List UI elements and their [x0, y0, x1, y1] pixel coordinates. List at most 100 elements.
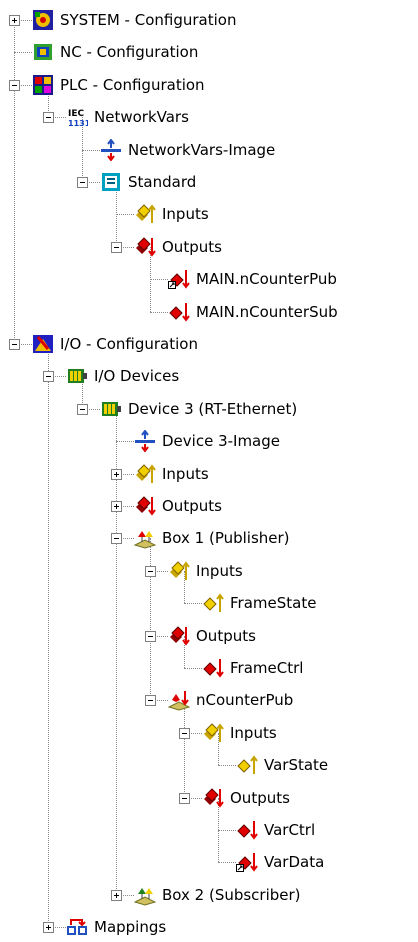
tree-item[interactable]: Outputs [168, 624, 258, 648]
collapse-toggle[interactable] [43, 371, 54, 383]
expand-toggle[interactable] [111, 501, 122, 512]
tree-item-label: Device 3-Image [162, 432, 281, 451]
tree-item-label: Inputs [196, 561, 243, 580]
tree-item[interactable]: MAIN.nCounterSub [168, 300, 340, 324]
process-image-icon [134, 429, 156, 453]
svg-text:1131: 1131 [68, 119, 88, 128]
tree-item[interactable]: Standard [100, 170, 198, 194]
tree-item-label: Box 1 (Publisher) [162, 529, 290, 548]
tree-item[interactable]: FrameState [202, 591, 318, 615]
tree-connector-line [150, 311, 168, 313]
tree-item-label: FrameState [230, 594, 317, 613]
tree-connector-line [48, 344, 49, 928]
tree-item[interactable]: VarData [236, 850, 326, 874]
tree-item[interactable]: MAIN.nCounterPub [168, 267, 339, 291]
outputs-icon [202, 787, 224, 809]
expand-toggle[interactable] [111, 889, 122, 901]
tree-connector-line [218, 830, 236, 831]
tree-item-label: Outputs [230, 788, 290, 807]
tree-item[interactable]: nCounterPub [167, 688, 295, 712]
tree-connector-line [184, 668, 202, 669]
tree-item[interactable]: Inputs [134, 202, 211, 226]
inputs-icon [202, 722, 224, 744]
input-variable-icon [236, 754, 258, 776]
svg-text:IEC: IEC [68, 109, 84, 119]
tree-item[interactable]: VarCtrl [236, 818, 317, 842]
tree-item-label: MAIN.nCounterSub [196, 302, 338, 321]
tree-connector-line [14, 52, 32, 54]
nc-config-icon [32, 41, 54, 63]
plc-config-icon [32, 74, 54, 96]
iec-1131-icon: IEC 1131 [66, 106, 91, 128]
tree-connector-line [82, 149, 100, 151]
publisher-box-icon [133, 527, 157, 549]
tree-item[interactable]: Outputs [134, 235, 224, 259]
subscriber-box-icon [133, 884, 157, 906]
tree-item-label: nCounterPub [196, 691, 294, 710]
tree-item-label: Outputs [196, 626, 256, 645]
tree-item[interactable]: Device 3 (RT-Ethernet) [100, 397, 299, 421]
tree-connector-line [116, 408, 117, 895]
tree-item[interactable]: I/O Devices [66, 364, 181, 388]
tree-item[interactable]: NC - Configuration [32, 40, 200, 64]
tree-connector-line [218, 862, 236, 864]
collapse-toggle[interactable] [9, 79, 20, 91]
tree-item[interactable]: NetworkVars-Image [100, 137, 277, 162]
collapse-toggle[interactable] [145, 695, 156, 707]
tree-item-label: FrameCtrl [230, 659, 304, 677]
tree-item[interactable]: Mappings [66, 915, 168, 939]
tree-item-label: Box 2 (Subscriber) [162, 885, 301, 904]
tree-connector-line [116, 214, 134, 216]
tree-item-label: NetworkVars [94, 108, 189, 127]
inputs-icon [168, 560, 190, 582]
tree-item-label: NC - Configuration [60, 43, 199, 62]
collapse-toggle[interactable] [77, 177, 88, 188]
collapse-toggle[interactable] [9, 339, 20, 350]
tree-item[interactable]: Inputs [202, 721, 279, 745]
expand-toggle[interactable] [9, 15, 20, 26]
outputs-icon [168, 625, 190, 647]
mappings-icon [66, 916, 88, 938]
tree-item-label: Inputs [162, 464, 209, 483]
input-variable-icon [202, 592, 224, 614]
collapse-toggle[interactable] [145, 565, 156, 577]
tree-item-label: MAIN.nCounterPub [196, 270, 337, 289]
tree-item[interactable]: Inputs [168, 559, 245, 583]
tree-item-label: Mappings [94, 918, 167, 937]
config-tree[interactable]: SYSTEM - Configuration NC - Configuration… [0, 0, 418, 936]
tree-item[interactable]: IEC 1131 NetworkVars [66, 105, 191, 129]
tree-item[interactable]: Box 1 (Publisher) [133, 526, 292, 550]
tree-item[interactable]: Inputs [134, 462, 211, 486]
collapse-toggle[interactable] [145, 630, 156, 642]
collapse-toggle[interactable] [111, 533, 122, 545]
process-image-icon [100, 137, 122, 162]
tree-item-label: I/O - Configuration [60, 335, 198, 353]
tree-item[interactable]: Outputs [202, 786, 292, 810]
tree-item[interactable]: I/O - Configuration [32, 332, 200, 356]
collapse-toggle[interactable] [43, 112, 54, 124]
inputs-icon [134, 203, 156, 225]
tree-item-label: VarCtrl [264, 821, 316, 839]
tree-item-label: I/O Devices [94, 367, 180, 386]
output-variable-icon [236, 819, 258, 841]
tree-item[interactable]: Box 2 (Subscriber) [133, 883, 303, 907]
collapse-toggle[interactable] [111, 241, 122, 253]
outputs-icon [134, 236, 156, 258]
expand-toggle[interactable] [111, 468, 122, 480]
system-config-icon [32, 9, 54, 31]
linked-output-variable-icon [236, 851, 258, 873]
tree-item[interactable]: Outputs [134, 494, 224, 518]
collapse-toggle[interactable] [179, 727, 190, 739]
tree-item-label: NetworkVars-Image [128, 140, 276, 159]
tree-item[interactable]: PLC - Configuration [32, 73, 207, 97]
collapse-toggle[interactable] [179, 792, 190, 804]
tree-connector-line [184, 603, 202, 605]
standard-task-icon [100, 171, 122, 193]
tree-item[interactable]: Device 3-Image [134, 429, 282, 453]
tree-item[interactable]: VarState [236, 753, 330, 777]
tree-item[interactable]: FrameCtrl [202, 656, 305, 680]
collapse-toggle[interactable] [77, 403, 88, 415]
tree-connector-line [116, 441, 134, 443]
outputs-icon [134, 495, 156, 517]
tree-item[interactable]: SYSTEM - Configuration [32, 8, 238, 32]
